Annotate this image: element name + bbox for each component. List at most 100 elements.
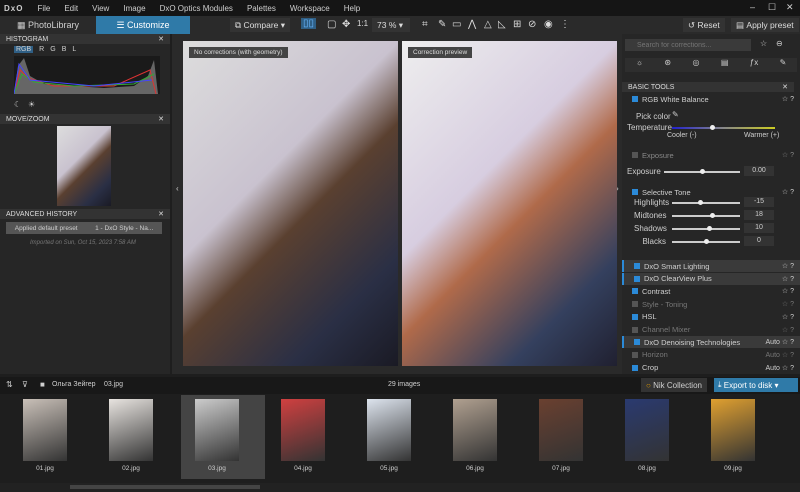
checkbox[interactable] [632, 152, 638, 158]
nik-collection-button[interactable]: ○ Nik Collection [641, 378, 707, 392]
star-icon[interactable]: ☆ [782, 263, 788, 270]
exposure-value[interactable]: 0.00 [744, 166, 774, 176]
apply-preset-button[interactable]: ▤ Apply preset [731, 18, 799, 32]
checkbox[interactable] [632, 326, 638, 333]
slider-knob[interactable] [704, 239, 709, 244]
menu-help[interactable]: Help [344, 4, 360, 13]
star-icon[interactable]: ☆ [782, 352, 788, 359]
channel-rgb[interactable]: RGB [14, 46, 34, 53]
tone-slider[interactable] [672, 213, 740, 218]
perspective-icon[interactable]: ⋀ [468, 19, 476, 30]
tool-row[interactable]: DxO Denoising Technologies Auto ☆ ? [622, 336, 800, 349]
tool-row[interactable]: Style - Toning ☆ ? [622, 298, 800, 310]
star-icon[interactable]: ☆ [782, 288, 788, 295]
tool-row[interactable]: Contrast ☆ ? [622, 285, 800, 297]
minimize-icon[interactable]: – [750, 2, 755, 12]
checkbox[interactable] [634, 339, 640, 346]
menu-image[interactable]: Image [123, 4, 145, 13]
star-icon[interactable]: ☆ [782, 365, 788, 372]
thumbnail[interactable]: 09.jpg [697, 395, 781, 479]
checkbox[interactable] [632, 301, 638, 308]
close-icon[interactable]: ✕ [158, 210, 164, 218]
maximize-icon[interactable]: ☐ [768, 2, 776, 13]
tone-value[interactable]: 0 [744, 236, 774, 246]
scroll-thumb[interactable] [70, 485, 260, 489]
checkbox[interactable] [632, 189, 638, 195]
menu-edit[interactable]: Edit [64, 4, 78, 13]
geometry-tab-icon[interactable]: ▤ [721, 58, 729, 72]
exposure-header[interactable]: Exposure ☆ ? [622, 149, 800, 161]
checkbox[interactable] [632, 351, 638, 358]
channel-r[interactable]: R [39, 46, 44, 53]
menu-optics-modules[interactable]: DxO Optics Modules [160, 4, 233, 13]
perspective-8pt-icon[interactable]: △ [484, 19, 492, 30]
menu-workspace[interactable]: Workspace [290, 4, 330, 13]
star-icon[interactable]: ☆ ? [782, 151, 794, 159]
exposure-slider[interactable] [664, 169, 740, 174]
reset-button[interactable]: ↺ Reset [683, 18, 725, 32]
star-icon[interactable]: ☆ ? [782, 95, 794, 103]
collapse-left-icon[interactable]: ‹ [176, 184, 179, 193]
folder-name[interactable]: Ольга Зейгер [52, 381, 96, 388]
menu-view[interactable]: View [92, 4, 109, 13]
star-icon[interactable]: ☆ ? [782, 188, 794, 196]
thumbnail[interactable]: 01.jpg [9, 395, 93, 479]
star-icon[interactable]: ☆ [782, 339, 788, 346]
checkbox[interactable] [632, 313, 638, 320]
temperature-slider[interactable] [672, 125, 775, 130]
star-icon[interactable]: ☆ [782, 314, 788, 321]
star-icon[interactable]: ☆ [782, 301, 788, 308]
thumbnail[interactable]: 05.jpg [353, 395, 437, 479]
effects-tab-icon[interactable]: ƒx [750, 58, 758, 72]
menu-palettes[interactable]: Palettes [247, 4, 276, 13]
star-icon[interactable]: ☆ [782, 327, 788, 334]
zoom-select[interactable]: 73 % ▾ [372, 18, 410, 32]
search-input[interactable] [625, 39, 751, 51]
filmstrip-scrollbar[interactable] [0, 483, 800, 492]
repair-icon[interactable]: ⊘ [528, 19, 536, 30]
light-tab-icon[interactable]: ☼ [636, 58, 643, 72]
slider-knob[interactable] [710, 125, 715, 130]
thumbnail[interactable]: 02.jpg [95, 395, 179, 479]
channel-g[interactable]: G [50, 46, 55, 53]
move-icon[interactable]: ✥ [342, 19, 350, 30]
original-image[interactable]: No corrections (with geometry) [183, 41, 398, 366]
eyedropper-icon[interactable]: ✎ [438, 19, 446, 30]
slider-knob[interactable] [700, 169, 705, 174]
fit-icon[interactable]: ▢ [327, 19, 336, 30]
star-icon[interactable]: ☆ [760, 39, 767, 48]
tone-value[interactable]: 18 [744, 210, 774, 220]
preview-image[interactable]: Correction preview [402, 41, 617, 366]
tone-value[interactable]: -15 [744, 197, 774, 207]
thumbnail[interactable]: 04.jpg [267, 395, 351, 479]
tool-row[interactable]: DxO Smart Lighting ☆ ? [622, 260, 800, 272]
star-icon[interactable]: ☆ [782, 276, 788, 283]
split-view-icon[interactable]: ▯▯ [301, 18, 317, 29]
tone-slider[interactable] [672, 239, 740, 244]
thumbnail[interactable]: 03.jpg [181, 395, 265, 479]
tab-photolibrary[interactable]: ▦ PhotoLibrary [0, 16, 96, 34]
checkbox[interactable] [634, 275, 640, 282]
tool-row[interactable]: HSL ☆ ? [622, 311, 800, 323]
highlight-clip-icon[interactable]: ☀ [28, 100, 35, 109]
wb-header[interactable]: RGB White Balance ☆ ? [622, 93, 800, 105]
crop-icon[interactable]: ⌗ [422, 19, 428, 30]
compare-button[interactable]: ⧉ Compare ▾ [230, 18, 291, 32]
checkbox[interactable] [632, 364, 638, 371]
channel-l[interactable]: L [72, 46, 76, 53]
navigator-thumbnail[interactable] [57, 126, 111, 206]
thumbnail[interactable]: 06.jpg [439, 395, 523, 479]
tool-row[interactable]: DxO ClearView Plus ☆ ? [622, 272, 800, 285]
local-adjust-icon[interactable]: ⋮ [560, 19, 570, 30]
toggle-icon[interactable]: ⊖ [776, 39, 783, 48]
menu-file[interactable]: File [37, 4, 50, 13]
redeye-icon[interactable]: ◉ [544, 19, 553, 30]
thumbnail[interactable]: 07.jpg [525, 395, 609, 479]
tool-row[interactable]: Horizon Auto ☆ ? [622, 349, 800, 361]
tab-customize[interactable]: ☰ Customize [96, 16, 190, 34]
horizon-icon[interactable]: ▭ [452, 19, 461, 30]
close-icon[interactable]: ✕ [158, 35, 164, 43]
close-icon[interactable]: ✕ [158, 115, 164, 123]
channel-b[interactable]: B [62, 46, 67, 53]
checkbox[interactable] [632, 96, 638, 102]
